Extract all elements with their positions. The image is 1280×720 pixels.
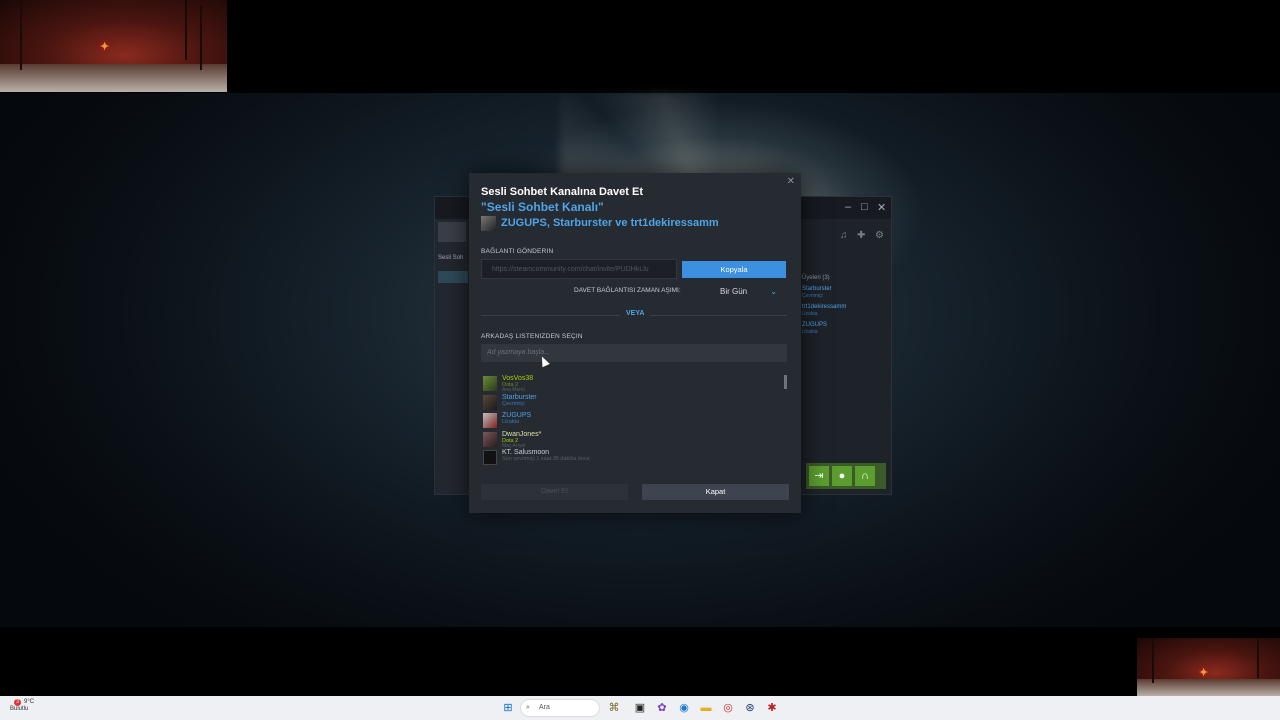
friend-detail: Ana Menü bbox=[502, 387, 525, 393]
friend-item[interactable]: DwanJones* Dota 2 Maç Arıyor bbox=[481, 431, 781, 450]
avatar bbox=[483, 413, 497, 428]
friend-status: Son çevrimiçi 1 saat 35 dakika önce bbox=[502, 456, 590, 462]
game-logo: ✦ bbox=[100, 41, 110, 53]
pick-friends-label: ARKADAŞ LISTENIZDEN SEÇIN bbox=[481, 333, 583, 340]
thumbnail-ground bbox=[1137, 678, 1280, 696]
window-close-icon[interactable]: ✕ bbox=[877, 201, 886, 214]
close-button[interactable]: Kapat bbox=[642, 484, 789, 500]
channel-members-row: ZUGUPS, Starburster ve trt1dekiressamm bbox=[481, 215, 719, 231]
thumbnail-tree bbox=[200, 5, 202, 70]
active-voice-channel[interactable] bbox=[438, 271, 468, 283]
minimize-icon[interactable]: – bbox=[845, 201, 851, 213]
settings-icon[interactable]: ⚙ bbox=[875, 230, 884, 241]
expiry-label: DAVET BAĞLANTISI ZAMAN AŞIMI: bbox=[574, 287, 681, 294]
start-icon[interactable]: ⊞ bbox=[500, 700, 516, 716]
member-status: Çevrimiçi bbox=[802, 293, 823, 299]
voice-channel-label: Sesli Soh bbox=[438, 255, 464, 261]
taskbar-search-text: Ara bbox=[539, 704, 550, 711]
search-icon: ⌕ bbox=[526, 704, 530, 711]
group-avatar[interactable] bbox=[438, 222, 466, 242]
avatar bbox=[483, 431, 497, 447]
friend-status: Çevrimiçi bbox=[502, 400, 525, 407]
expiry-value: Bir Gün bbox=[720, 287, 748, 296]
friend-search-input[interactable]: Ad yazmaya başla... bbox=[481, 344, 787, 362]
app-icon[interactable]: ✱ bbox=[764, 700, 780, 716]
friend-item[interactable]: ZUGUPS Uzakta bbox=[481, 412, 781, 431]
chat-sidebar: Sesli Soh bbox=[435, 219, 470, 494]
thumbnail-tree bbox=[1152, 638, 1154, 683]
stream-thumbnail-top: ✦ bbox=[0, 0, 227, 92]
friend-item[interactable]: VosVos38 Dota 2 Ana Menü bbox=[481, 375, 781, 394]
channel-name: "Sesli Sohbet Kanalı" bbox=[481, 200, 604, 214]
steam-icon[interactable]: ⊛ bbox=[742, 700, 758, 716]
game-logo: ✦ bbox=[1199, 667, 1209, 679]
friend-item[interactable]: Starburster Çevrimiçi bbox=[481, 394, 781, 413]
friend-list-scrollbar[interactable] bbox=[784, 375, 787, 389]
friend-detail: Maç Arıyor bbox=[502, 442, 526, 449]
copilot-icon[interactable]: ✿ bbox=[654, 700, 670, 716]
add-user-icon[interactable]: ✚ bbox=[857, 230, 865, 241]
expiry-dropdown[interactable]: Bir Gün ⌄ bbox=[685, 285, 785, 299]
copy-button[interactable]: Kopyala bbox=[682, 261, 786, 278]
leave-voice-icon[interactable]: ⇥ bbox=[809, 466, 829, 486]
member-name[interactable]: trt1dekiressamm bbox=[802, 304, 846, 310]
member-status: Uzakta bbox=[802, 329, 818, 335]
channel-avatar bbox=[481, 215, 496, 231]
member-status: Uzakta bbox=[802, 311, 818, 317]
channel-members: ZUGUPS, Starburster ve trt1dekiressamm bbox=[501, 217, 719, 229]
weather-desc: Bulutlu bbox=[10, 706, 29, 712]
member-name[interactable]: ZUGUPS bbox=[802, 322, 827, 328]
invite-button[interactable]: Davet Et bbox=[481, 484, 628, 500]
or-label: VEYA bbox=[620, 310, 651, 317]
widget-icon[interactable]: ⌘ bbox=[606, 700, 622, 716]
friend-list: VosVos38 Dota 2 Ana Menü Starburster Çev… bbox=[481, 375, 781, 468]
notification-badge: 3 bbox=[14, 699, 21, 706]
edge-icon[interactable]: ◉ bbox=[676, 700, 692, 716]
avatar bbox=[483, 450, 497, 465]
avatar bbox=[483, 394, 497, 410]
voice-controls: ⇥ ● ∩ bbox=[806, 463, 886, 489]
bell-icon[interactable]: ♫ bbox=[840, 230, 848, 241]
headphones-icon[interactable]: ∩ bbox=[855, 466, 875, 486]
chrome-icon[interactable]: ◎ bbox=[720, 700, 736, 716]
invite-dialog: ✕ Sesli Sohbet Kanalına Davet Et "Sesli … bbox=[469, 173, 801, 513]
thumbnail-tree bbox=[1257, 638, 1259, 678]
taskbar: 9°C Bulutlu 3 ⊞ ⌕ Ara ⌘ ▣ ✿ ◉ ▬ ◎ ⊛ ✱ bbox=[0, 696, 1280, 720]
dialog-title: Sesli Sohbet Kanalına Davet Et bbox=[481, 186, 643, 198]
taskbar-search[interactable]: ⌕ Ara bbox=[520, 699, 600, 717]
friend-status: Uzakta bbox=[502, 419, 520, 425]
chevron-down-icon: ⌄ bbox=[770, 287, 777, 296]
thumbnail-tree bbox=[185, 0, 187, 60]
members-header: Üyeleri (3) bbox=[802, 275, 830, 281]
friend-item[interactable]: KT. Salusmoon Son çevrimiçi 1 saat 35 da… bbox=[481, 449, 781, 468]
avatar bbox=[483, 376, 497, 391]
stream-thumbnail-bottom: ✦ bbox=[1137, 638, 1280, 696]
microphone-icon[interactable]: ● bbox=[832, 466, 852, 486]
maximize-icon[interactable]: □ bbox=[861, 201, 868, 213]
thumbnail-ground bbox=[0, 64, 227, 92]
send-link-label: BAĞLANTI GÖNDERIN bbox=[481, 248, 554, 255]
thumbnail-tree bbox=[20, 0, 22, 70]
invite-link-field[interactable]: https://steamcommunity.com/chat/invite/P… bbox=[481, 259, 677, 279]
dialog-close-icon[interactable]: ✕ bbox=[787, 176, 795, 187]
task-view-icon[interactable]: ▣ bbox=[632, 700, 648, 716]
member-name[interactable]: Starburster bbox=[802, 286, 832, 292]
file-explorer-icon[interactable]: ▬ bbox=[698, 700, 714, 716]
